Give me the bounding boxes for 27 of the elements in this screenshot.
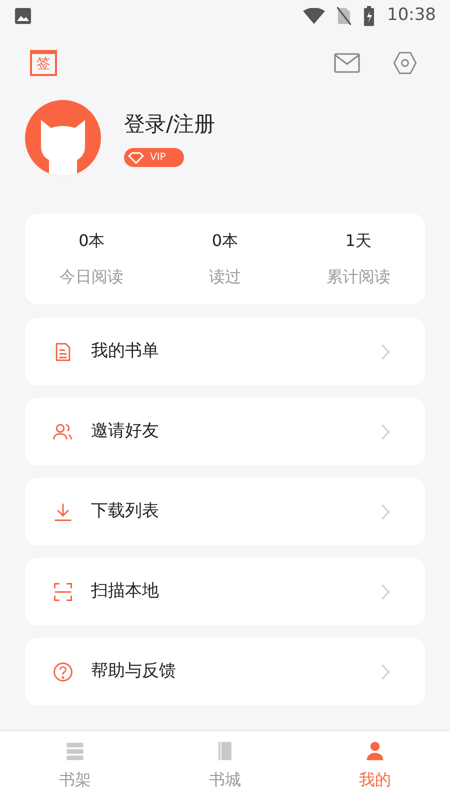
chevron-icon — [381, 584, 390, 600]
image-icon — [14, 7, 32, 25]
menu-item[interactable]: 帮助与反馈 — [25, 638, 425, 705]
menu-item[interactable]: 下载列表 — [25, 478, 425, 545]
chevron-icon — [381, 424, 390, 440]
stat-label: 读过 — [208, 266, 241, 288]
chevron-icon — [381, 344, 390, 360]
scan-icon — [52, 580, 74, 602]
mail-icon[interactable] — [334, 53, 360, 73]
menu-item[interactable]: 扫描本地 — [25, 558, 425, 625]
stat-value: 0本 — [212, 230, 238, 252]
stat-value: 0本 — [78, 230, 105, 252]
no-sim-icon — [337, 7, 351, 25]
stat-label: 累计阅读 — [326, 266, 390, 288]
wifi-icon — [303, 8, 325, 24]
chevron-icon — [381, 664, 390, 680]
person-icon — [364, 740, 386, 762]
login-link[interactable]: 登录/注册 — [124, 108, 216, 140]
status-time: 10:38 — [387, 4, 436, 28]
menu-item[interactable]: 我的书单 — [25, 318, 425, 385]
stat-label: 今日阅读 — [60, 266, 124, 288]
menu-item[interactable]: 邀请好友 — [25, 398, 425, 465]
battery-icon — [363, 6, 375, 26]
stat-value: 1天 — [345, 230, 372, 252]
help-icon — [52, 660, 74, 682]
chevron-icon — [381, 504, 390, 520]
settings-icon[interactable] — [392, 50, 418, 76]
